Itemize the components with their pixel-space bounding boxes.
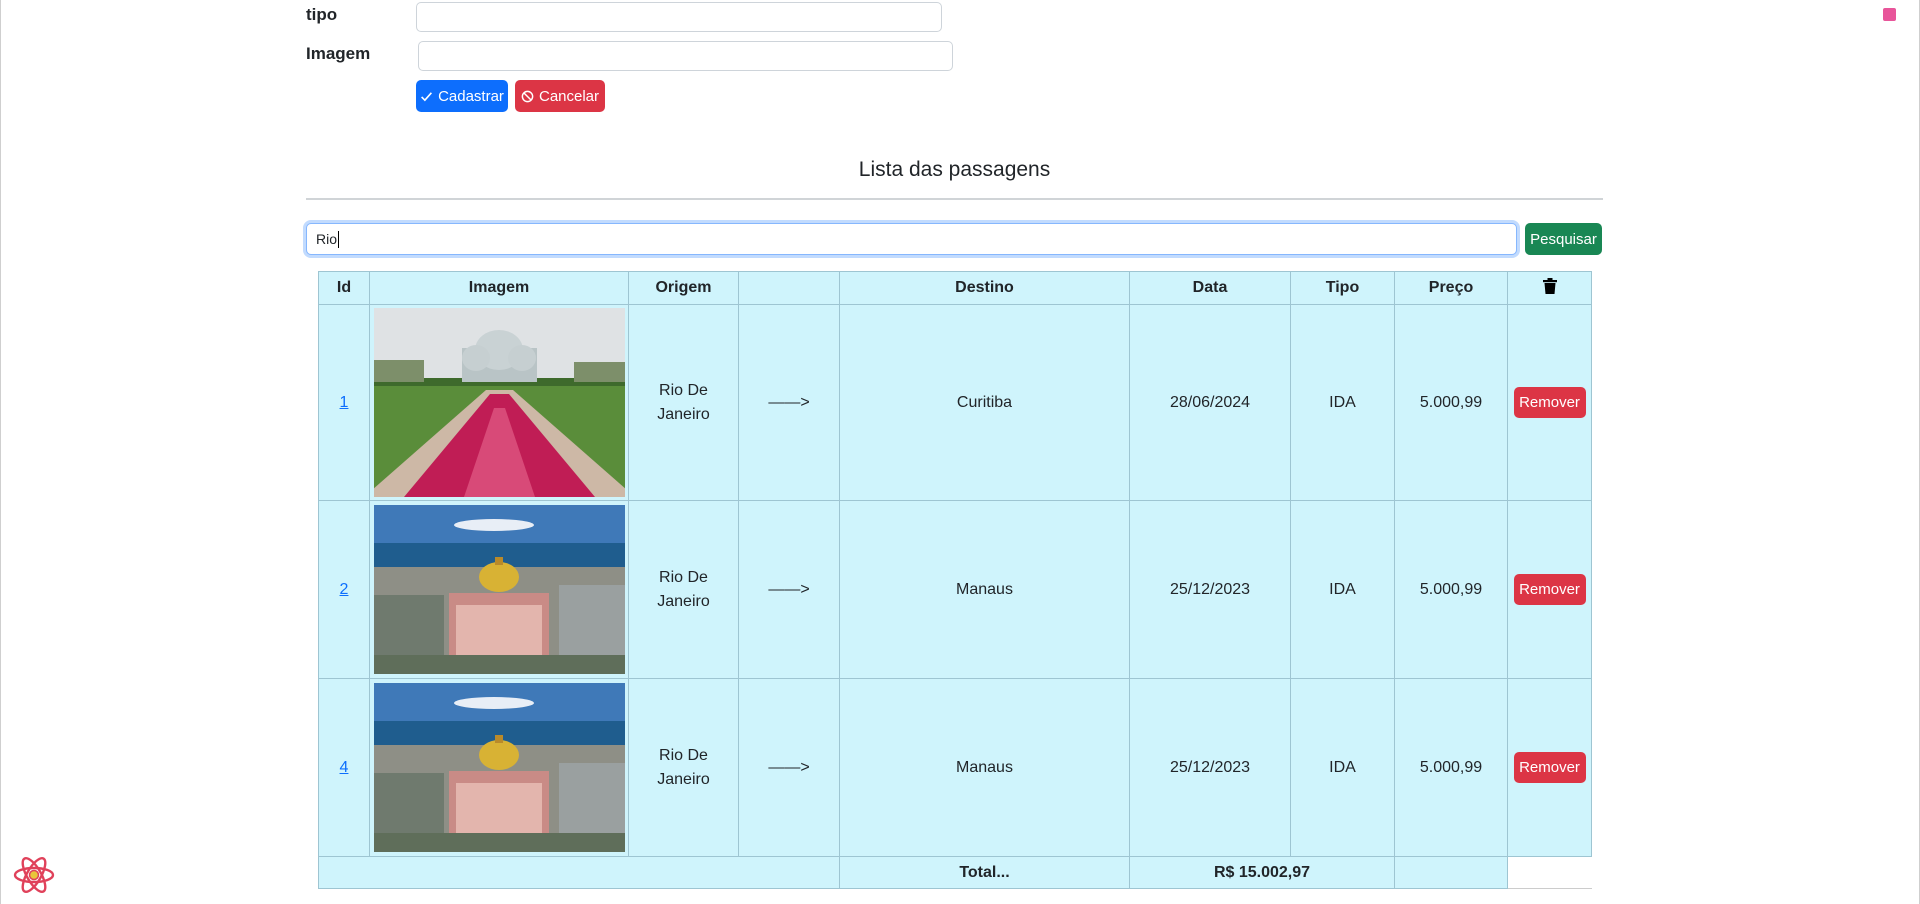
- footer-empty: [1507, 856, 1592, 889]
- imagem-input[interactable]: [418, 41, 953, 71]
- check-icon: [421, 91, 433, 101]
- row-destino: Manaus: [839, 500, 1130, 679]
- row-arrow: ——>: [738, 500, 840, 679]
- cadastrar-label: Cadastrar: [438, 87, 504, 105]
- row-tipo: IDA: [1290, 678, 1395, 857]
- row-id-link[interactable]: 2: [340, 581, 349, 598]
- header-preco: Preço: [1394, 271, 1508, 305]
- table-row: 2 Rio De Janeiro ——> Manaus 25/12/2023 I…: [318, 500, 1592, 679]
- cancelar-button[interactable]: Cancelar: [515, 80, 605, 112]
- devtools-badge-icon: [1883, 8, 1896, 21]
- row-image-cell: [369, 304, 629, 501]
- divider: [306, 198, 1603, 200]
- react-devtools-icon[interactable]: [12, 853, 56, 897]
- footer-spacer-right: [1394, 856, 1508, 889]
- passagens-table: Id Imagem Origem Destino Data Tipo Preço…: [318, 271, 1592, 889]
- row-id-link[interactable]: 4: [340, 759, 349, 776]
- header-id: Id: [318, 271, 370, 305]
- list-title: Lista das passagens: [858, 158, 1051, 181]
- total-value: R$ 15.002,97: [1129, 856, 1395, 889]
- row-data: 25/12/2023: [1129, 678, 1291, 857]
- tipo-input[interactable]: [416, 2, 942, 32]
- table-footer-row: Total... R$ 15.002,97: [318, 856, 1592, 889]
- tipo-label: tipo: [306, 5, 338, 24]
- row-id: 1: [318, 304, 370, 501]
- total-label: Total...: [839, 856, 1130, 889]
- header-arrow: [738, 271, 840, 305]
- row-destino: Manaus: [839, 678, 1130, 857]
- manaus-theatre-image: [373, 683, 625, 852]
- header-imagem: Imagem: [369, 271, 629, 305]
- row-id: 4: [318, 678, 370, 857]
- row-destino: Curitiba: [839, 304, 1130, 501]
- header-data: Data: [1129, 271, 1291, 305]
- row-origem: Rio De Janeiro: [628, 500, 739, 679]
- row-preco: 5.000,99: [1394, 678, 1508, 857]
- row-tipo: IDA: [1290, 304, 1395, 501]
- row-arrow: ——>: [738, 678, 840, 857]
- remove-button[interactable]: Remover: [1513, 752, 1586, 783]
- imagem-label: Imagem: [306, 44, 371, 63]
- row-remove-cell: Remover: [1507, 304, 1592, 501]
- row-image-cell: [369, 678, 629, 857]
- row-id: 2: [318, 500, 370, 679]
- row-data: 25/12/2023: [1129, 500, 1291, 679]
- table-row: 1 Rio De Janeiro ——> Curitiba 28/06/2024…: [318, 304, 1592, 501]
- search-input[interactable]: Rio: [306, 223, 1517, 255]
- ban-icon: [521, 90, 534, 102]
- manaus-theatre-image: [373, 505, 625, 674]
- curitiba-botanical-garden-image: [373, 308, 625, 497]
- trash-icon: [1542, 277, 1557, 294]
- row-arrow: ——>: [738, 304, 840, 501]
- header-trash: [1507, 271, 1592, 305]
- header-destino: Destino: [839, 271, 1130, 305]
- row-remove-cell: Remover: [1507, 678, 1592, 857]
- row-image-cell: [369, 500, 629, 679]
- header-origem: Origem: [628, 271, 739, 305]
- row-origem: Rio De Janeiro: [628, 678, 739, 857]
- row-data: 28/06/2024: [1129, 304, 1291, 501]
- search-value: Rio: [316, 231, 338, 247]
- row-remove-cell: Remover: [1507, 500, 1592, 679]
- remove-button[interactable]: Remover: [1513, 574, 1586, 605]
- row-preco: 5.000,99: [1394, 304, 1508, 501]
- footer-spacer: [318, 856, 840, 889]
- pesquisar-label: Pesquisar: [1530, 230, 1597, 248]
- text-caret: [338, 230, 340, 248]
- row-id-link[interactable]: 1: [340, 394, 349, 411]
- row-preco: 5.000,99: [1394, 500, 1508, 679]
- cancelar-label: Cancelar: [538, 87, 600, 105]
- header-tipo: Tipo: [1290, 271, 1395, 305]
- remove-button[interactable]: Remover: [1513, 387, 1586, 418]
- table-header-row: Id Imagem Origem Destino Data Tipo Preço: [318, 271, 1592, 305]
- cadastrar-button[interactable]: Cadastrar: [416, 80, 508, 112]
- pesquisar-button[interactable]: Pesquisar: [1525, 223, 1602, 255]
- table-row: 4 Rio De Janeiro ——> Manaus 25/12/2023 I…: [318, 678, 1592, 857]
- row-origem: Rio De Janeiro: [628, 304, 739, 501]
- row-tipo: IDA: [1290, 500, 1395, 679]
